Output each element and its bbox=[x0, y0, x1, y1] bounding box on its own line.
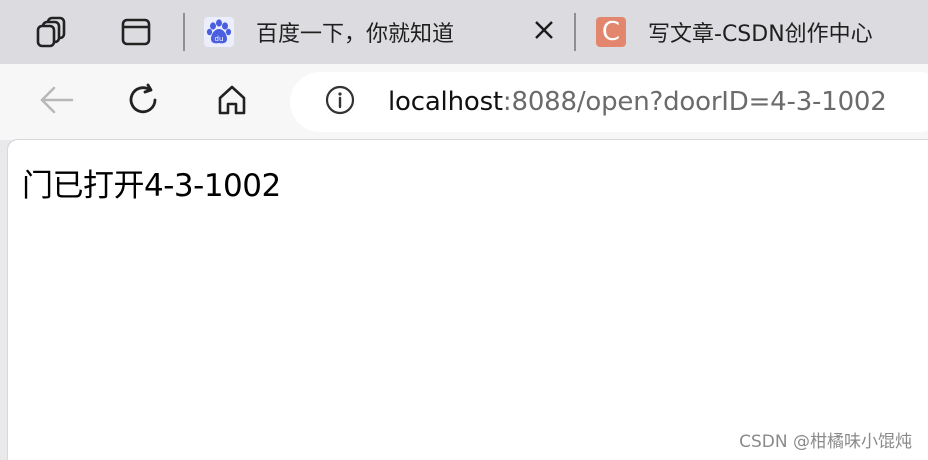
reload-icon bbox=[125, 81, 163, 123]
tab-separator bbox=[574, 13, 576, 51]
back-icon bbox=[36, 80, 76, 124]
url-host: localhost bbox=[388, 87, 503, 117]
tab-close-button[interactable] bbox=[528, 16, 560, 48]
tab-actions-icon bbox=[120, 16, 152, 48]
tab-separator bbox=[183, 13, 185, 51]
watermark: CSDN @柑橘味小馄炖 bbox=[739, 432, 912, 452]
tab-baidu[interactable]: du 百度一下，你就知道 bbox=[204, 10, 574, 54]
baidu-paw-icon: du bbox=[204, 17, 234, 47]
close-icon bbox=[533, 19, 555, 45]
tab-actions-button[interactable] bbox=[114, 10, 158, 54]
csdn-favicon-letter: C bbox=[601, 17, 621, 47]
address-bar[interactable]: localhost:8088/open?doorID=4-3-1002 bbox=[290, 72, 928, 132]
svg-text:du: du bbox=[215, 35, 224, 43]
page-content: 门已打开4-3-1002 bbox=[8, 140, 928, 460]
tab-title: 写文章-CSDN创作中心 bbox=[648, 22, 873, 47]
workspaces-icon bbox=[34, 14, 70, 50]
url-path: :8088/open?doorID=4-3-1002 bbox=[502, 87, 887, 117]
door-status-message: 门已打开4-3-1002 bbox=[22, 168, 281, 204]
toolbar: localhost:8088/open?doorID=4-3-1002 bbox=[0, 64, 928, 140]
tab-title: 百度一下，你就知道 bbox=[256, 22, 455, 47]
back-button[interactable] bbox=[32, 78, 80, 126]
site-info-button[interactable] bbox=[324, 84, 356, 120]
reload-button[interactable] bbox=[120, 78, 168, 126]
home-icon bbox=[214, 82, 250, 122]
tab-strip: du 百度一下，你就知道 C 写文章-CSDN创作中心 bbox=[0, 0, 928, 64]
info-icon bbox=[324, 84, 356, 120]
workspaces-button[interactable] bbox=[30, 10, 74, 54]
browser-window: du 百度一下，你就知道 C 写文章-CSDN创作中心 localhost:80… bbox=[0, 0, 928, 460]
home-button[interactable] bbox=[208, 78, 256, 126]
csdn-c-icon: C bbox=[596, 17, 626, 47]
url-text[interactable]: localhost:8088/open?doorID=4-3-1002 bbox=[388, 86, 887, 118]
tab-csdn[interactable]: C 写文章-CSDN创作中心 bbox=[596, 10, 928, 54]
